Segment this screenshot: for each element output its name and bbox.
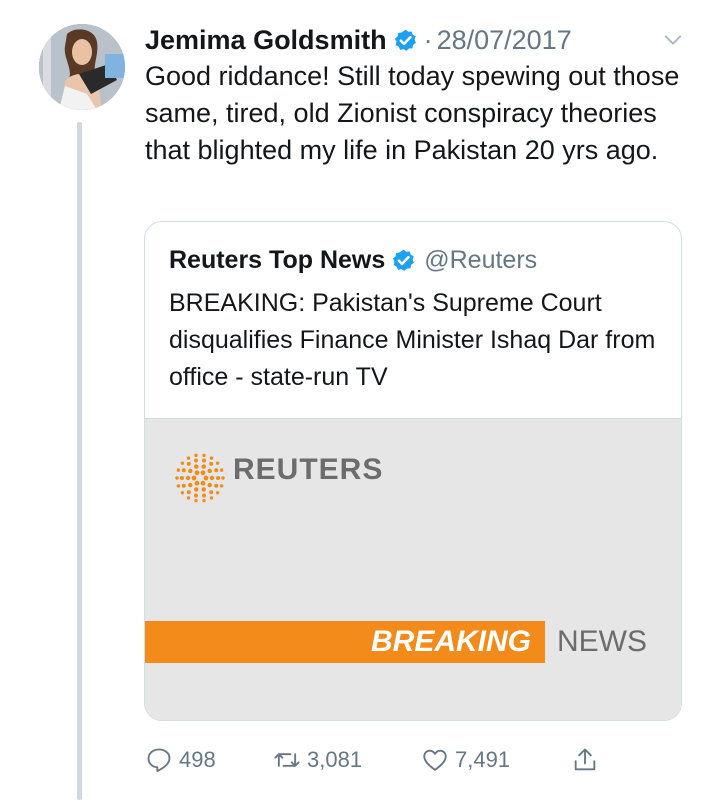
share-icon	[574, 748, 596, 771]
tweet-actions: 498 3,081 7,491	[145, 742, 615, 778]
retweet-button[interactable]: 3,081	[273, 746, 421, 774]
reuters-logo-icon	[175, 453, 225, 503]
like-icon	[423, 749, 447, 771]
tweet-text: Good riddance! Still today spewing out t…	[145, 61, 680, 165]
tweet-date[interactable]: 28/07/2017	[437, 25, 572, 56]
verified-badge-icon	[394, 29, 416, 51]
quoted-tweet[interactable]: Reuters Top News @Reuters BREAKING: Paki…	[144, 221, 682, 721]
quoted-tweet-header: Reuters Top News @Reuters	[169, 242, 537, 278]
share-button[interactable]	[571, 746, 605, 774]
author-name[interactable]: Jemima Goldsmith	[145, 25, 387, 56]
reply-icon	[147, 748, 171, 773]
like-button[interactable]: 7,491	[421, 746, 571, 774]
quoted-media-card[interactable]: REUTERS BREAKING NEWS	[145, 418, 681, 720]
thread-line	[77, 122, 82, 800]
verified-badge-icon	[393, 249, 415, 271]
like-count: 7,491	[455, 747, 511, 772]
quoted-author-name: Reuters Top News	[169, 245, 386, 274]
news-label: NEWS	[557, 625, 647, 658]
reuters-logo-text: REUTERS	[233, 453, 384, 486]
breaking-label: BREAKING	[370, 625, 531, 658]
separator-dot: ·	[423, 24, 433, 55]
reply-count: 498	[179, 747, 216, 772]
retweet-count: 3,081	[307, 747, 363, 772]
tweet-header: Jemima Goldsmith · 28/07/2017	[145, 20, 692, 60]
retweet-icon	[274, 753, 300, 767]
breaking-banner: BREAKING	[145, 621, 545, 663]
profile-photo	[39, 24, 125, 110]
reply-button[interactable]: 498	[145, 746, 273, 774]
quoted-handle: @Reuters	[424, 245, 538, 274]
avatar[interactable]	[39, 24, 125, 110]
chevron-down-icon[interactable]	[662, 29, 684, 51]
quoted-tweet-text: BREAKING: Pakistan's Supreme Court disqu…	[169, 289, 656, 391]
